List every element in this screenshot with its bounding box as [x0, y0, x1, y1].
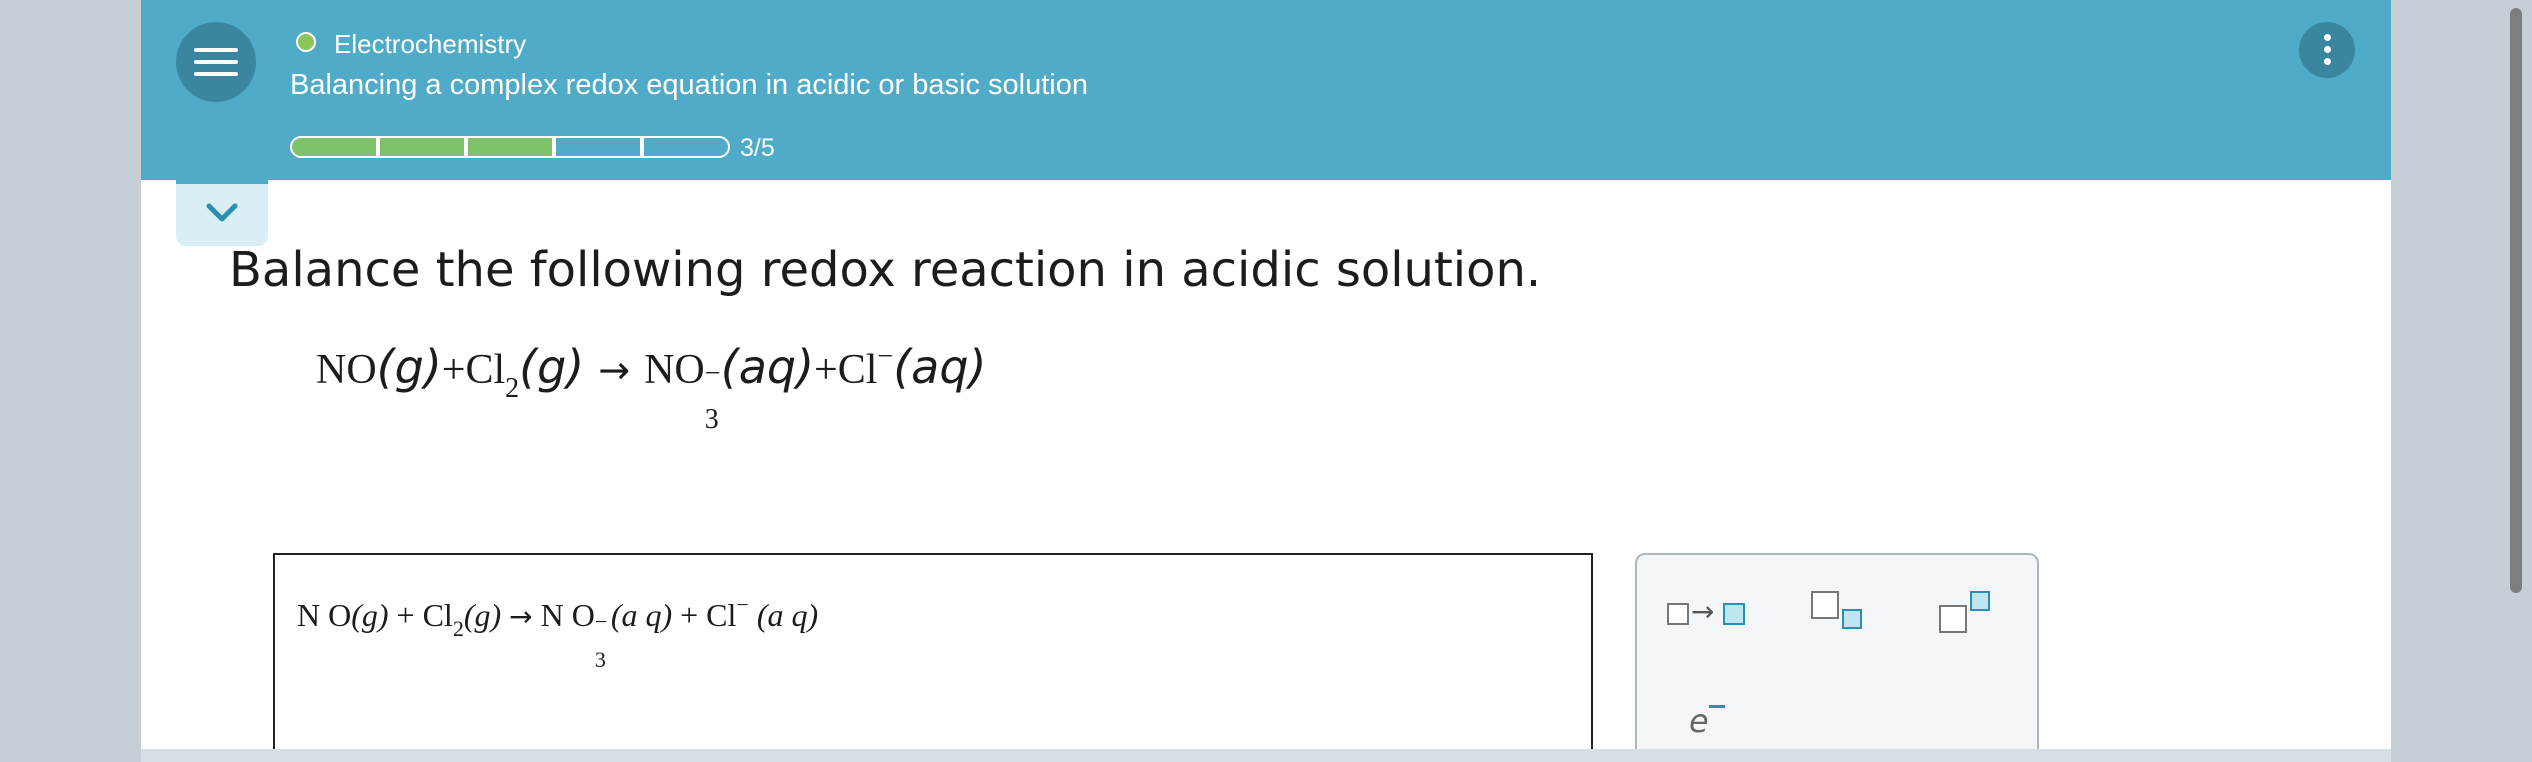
phase-label: (g) — [351, 597, 389, 633]
species-no: NO — [316, 347, 377, 393]
species-no3: N O — [540, 597, 595, 633]
more-vertical-icon-dot — [2324, 58, 2331, 65]
superscript-tool-button[interactable] — [1939, 591, 1999, 641]
progress-segment — [554, 136, 642, 158]
phase-label: (a q) — [756, 597, 819, 633]
species-cl2: Cl — [465, 347, 506, 393]
more-options-button[interactable] — [2299, 22, 2355, 78]
app-window: Electrochemistry Balancing a complex red… — [141, 0, 2391, 762]
phase-label: (g) — [463, 597, 502, 633]
plus-sign: + — [441, 347, 466, 393]
box-icon — [1723, 603, 1745, 625]
chemistry-toolbar: → e — [1635, 553, 2039, 762]
species-cl-ion: Cl — [706, 597, 737, 633]
reaction-equation: NO(g)+Cl2(g) → NO −3 (aq)+Cl−(aq) — [316, 332, 987, 435]
box-icon — [1811, 591, 1839, 619]
charge-superscript: − — [736, 592, 749, 617]
chevron-down-icon — [206, 203, 238, 222]
page-scrollbar[interactable] — [2501, 0, 2532, 762]
header-bar: Electrochemistry Balancing a complex red… — [141, 0, 2391, 180]
more-vertical-icon-dot — [2324, 46, 2331, 53]
plus-sign: + — [396, 597, 415, 633]
progress-bar — [290, 136, 730, 158]
box-icon — [1970, 591, 1990, 611]
species-no: N O — [297, 597, 352, 633]
progress-segment — [466, 136, 554, 158]
scrollbar-thumb[interactable] — [2510, 8, 2522, 593]
species-no3: NO — [644, 347, 705, 393]
progress-label: 3/5 — [740, 134, 775, 162]
electron-icon: e — [1689, 702, 1709, 740]
answer-input-box[interactable]: N O(g) + Cl2(g) → N O −3 (a q) + Cl− (a q) — [273, 553, 1593, 762]
box-icon — [1842, 609, 1862, 629]
plus-sign: + — [680, 597, 699, 633]
topic-status-icon — [296, 32, 316, 52]
species-cl2: Cl — [422, 597, 453, 633]
reaction-arrow: → — [598, 348, 631, 392]
menu-button[interactable] — [176, 22, 256, 102]
menu-icon-line — [194, 60, 238, 64]
progress-segment — [290, 136, 378, 158]
menu-icon-line — [194, 72, 238, 76]
subscript-tool-button[interactable] — [1811, 591, 1871, 641]
bottom-bar — [141, 749, 2391, 762]
phase-label: (aq) — [720, 340, 815, 394]
reaction-arrow-tool-button[interactable]: → — [1667, 595, 1757, 635]
subscript: 3 — [594, 647, 606, 672]
topic-title: Electrochemistry — [334, 29, 527, 59]
more-vertical-icon-dot — [2324, 34, 2331, 41]
species-cl-ion: Cl — [837, 347, 878, 393]
progress-segment — [642, 136, 730, 158]
lesson-title: Balancing a complex redox equation in ac… — [290, 69, 1088, 101]
box-icon — [1667, 603, 1689, 625]
arrow-icon: → — [1691, 595, 1715, 628]
subscript: 2 — [452, 616, 464, 641]
phase-label: (a q) — [610, 597, 673, 633]
electron-charge-icon — [1709, 705, 1725, 708]
collapse-toggle-button[interactable] — [176, 180, 268, 246]
question-prompt: Balance the following redox reaction in … — [229, 242, 1542, 298]
phase-label: (g) — [376, 340, 442, 394]
subscript: 2 — [505, 373, 520, 404]
plus-sign: + — [814, 347, 838, 393]
reaction-arrow: → — [509, 600, 533, 633]
box-icon — [1939, 605, 1967, 633]
answer-equation[interactable]: N O(g) + Cl2(g) → N O −3 (a q) + Cl− (a q) — [297, 585, 819, 672]
phase-label: (aq) — [893, 340, 987, 394]
subscript: 3 — [704, 404, 719, 435]
progress-segment — [378, 136, 466, 158]
charge-superscript: − — [877, 341, 894, 372]
phase-label: (g) — [519, 340, 585, 394]
menu-icon-line — [194, 48, 238, 52]
